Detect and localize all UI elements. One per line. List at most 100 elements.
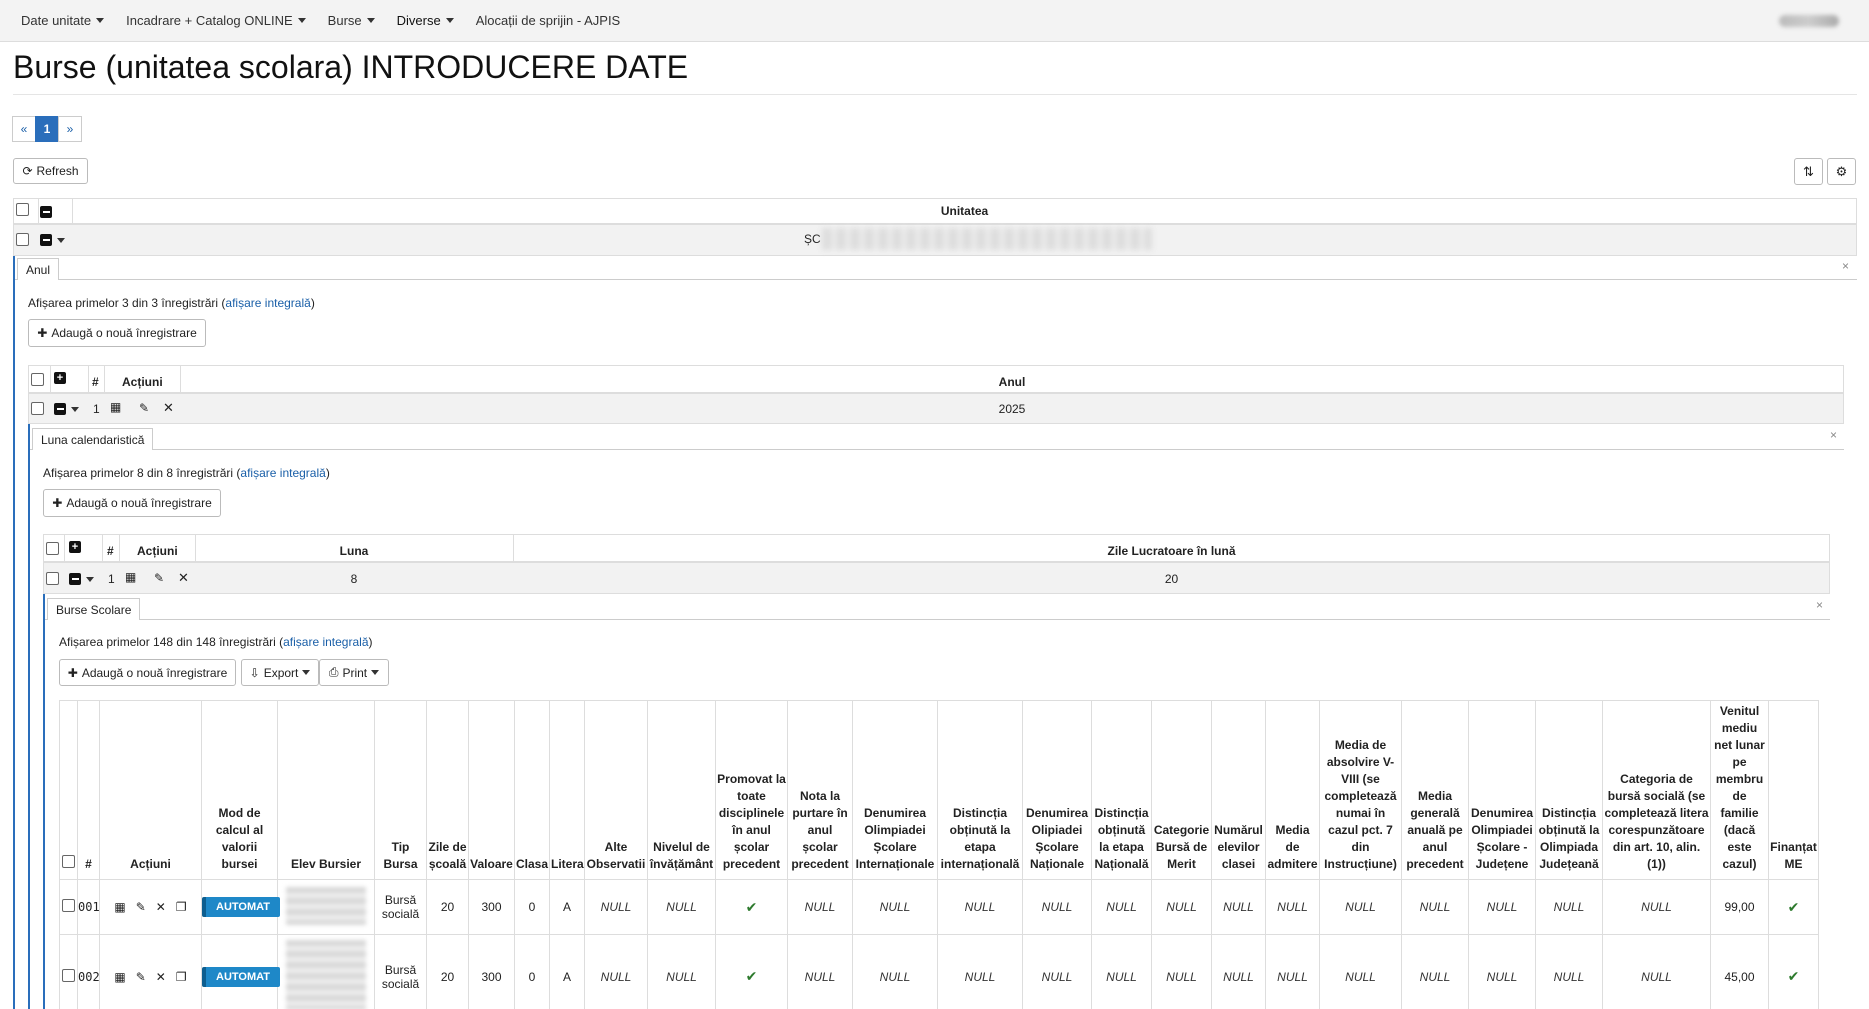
pager-next[interactable]: »: [58, 116, 82, 142]
add-record-button[interactable]: ✚ Adaugă o nouă înregistrare: [43, 489, 221, 517]
close-icon[interactable]: ×: [1830, 428, 1837, 442]
unitate-col-header: Unitatea: [940, 204, 989, 218]
copy-icon[interactable]: ❐: [176, 900, 187, 914]
delete-icon[interactable]: ✕: [178, 570, 189, 586]
table-row: 001 ▦ ✎ ✕ ❐ AUTOMAT Bursă socială 20 300 0 …: [59, 879, 1819, 935]
row-checkbox[interactable]: [16, 233, 29, 246]
user-menu[interactable]: [1779, 15, 1839, 27]
unitate-prefix: ȘC: [804, 232, 821, 246]
view-icon[interactable]: ▦: [125, 570, 136, 584]
zile-scoala: 20: [426, 934, 469, 1009]
col-header: Zile de școală: [426, 700, 469, 880]
pager-prev[interactable]: «: [12, 116, 36, 142]
show-all-link[interactable]: afișare integrală: [240, 466, 325, 480]
anul-info: Afișarea primelor 3 din 3 înregistrări (…: [28, 296, 315, 310]
view-icon[interactable]: ▦: [114, 900, 125, 914]
edit-icon[interactable]: ✎: [154, 571, 164, 585]
chevron-down-icon[interactable]: [57, 238, 65, 243]
edit-icon[interactable]: ✎: [136, 900, 146, 914]
chevron-down-icon[interactable]: [86, 577, 94, 582]
add-record-button[interactable]: ✚ Adaugă o nouă înregistrare: [59, 659, 236, 686]
select-all-checkbox[interactable]: [31, 373, 44, 386]
sort-button[interactable]: ⇅: [1794, 158, 1823, 185]
close-icon[interactable]: ×: [1816, 598, 1823, 612]
collapse-all-icon[interactable]: [40, 206, 52, 218]
view-icon[interactable]: ▦: [114, 970, 125, 984]
row-checkbox[interactable]: [31, 402, 44, 415]
automat-badge[interactable]: AUTOMAT: [202, 897, 280, 917]
clasa: 0: [514, 934, 550, 1009]
col-header: Categoria de bursă socială (se completea…: [1602, 700, 1711, 880]
nav-burse[interactable]: Burse: [317, 0, 386, 42]
collapse-row-icon[interactable]: [69, 573, 81, 585]
col-header: Media generală anuală pe anul precedent: [1401, 700, 1469, 880]
nav-diverse[interactable]: Diverse: [386, 0, 465, 42]
show-all-link[interactable]: afișare integrală: [225, 296, 310, 310]
delete-icon[interactable]: ✕: [156, 900, 166, 914]
edit-icon[interactable]: ✎: [136, 970, 146, 984]
col-header: Tip Bursa: [374, 700, 427, 880]
actions-cell: ▦ ✎ ✕ ❐: [99, 879, 202, 935]
tab-burse-scolare[interactable]: Burse Scolare: [47, 598, 141, 620]
chevron-down-icon: [297, 18, 306, 23]
select-all-checkbox[interactable]: [62, 855, 75, 868]
distinctie-judeteana: NULL: [1535, 879, 1603, 935]
print-button[interactable]: ⎙ Print: [319, 659, 389, 686]
olimpiada-internationala: NULL: [852, 879, 938, 935]
expand-all-icon[interactable]: +: [54, 372, 66, 384]
pager-page-1[interactable]: 1: [35, 116, 59, 142]
automat-badge[interactable]: AUTOMAT: [202, 966, 280, 987]
edit-icon[interactable]: ✎: [139, 401, 149, 415]
print-icon: ⎙: [328, 665, 339, 679]
row-checkbox[interactable]: [62, 968, 75, 982]
col-header: #: [77, 700, 100, 880]
collapse-row-icon[interactable]: [40, 234, 52, 246]
media-absolvire: NULL: [1319, 934, 1402, 1009]
anul-col-actions: Acțiuni: [122, 375, 163, 389]
litera: A: [549, 934, 585, 1009]
luna-info: Afișarea primelor 8 din 8 înregistrări (…: [43, 466, 330, 480]
nav-alocatii[interactable]: Alocații de sprijin - AJPIS: [465, 0, 632, 42]
tab-anul[interactable]: Anul: [17, 258, 60, 280]
refresh-label: Refresh: [36, 164, 79, 178]
collapse-row-icon[interactable]: [54, 403, 66, 415]
row-number: 1: [108, 572, 115, 586]
finantat-cell: ✔: [1768, 934, 1819, 1009]
row-checkbox[interactable]: [62, 899, 75, 912]
refresh-button[interactable]: ⟳ Refresh: [13, 158, 88, 184]
row-select-cell: [59, 879, 78, 935]
numar-elevi: NULL: [1211, 934, 1266, 1009]
close-icon[interactable]: ×: [1842, 259, 1849, 273]
page-title: Burse (unitatea scolara) INTRODUCERE DAT…: [13, 49, 689, 85]
distinctie-nationala: NULL: [1091, 879, 1152, 935]
zile-value: 20: [1164, 572, 1179, 586]
add-record-button[interactable]: ✚ Adaugă o nouă înregistrare: [28, 319, 206, 347]
tab-luna[interactable]: Luna calendaristică: [32, 428, 154, 450]
nav-incadrare[interactable]: Incadrare + Catalog ONLINE: [115, 0, 317, 42]
delete-icon[interactable]: ✕: [163, 400, 174, 416]
col-header: Nivelul de învățământ: [647, 700, 716, 880]
export-button[interactable]: ⇩ Export: [241, 659, 319, 686]
expand-all-icon[interactable]: +: [69, 541, 81, 553]
show-all-link[interactable]: afișare integrală: [283, 635, 368, 649]
alte-observatii: NULL: [584, 879, 648, 935]
delete-icon[interactable]: ✕: [156, 970, 166, 984]
olimpiada-judeteana: NULL: [1468, 879, 1536, 935]
row-number: 1: [93, 402, 100, 416]
venit-mediu: 99,00: [1710, 879, 1769, 935]
col-header: Elev Bursier: [277, 700, 375, 880]
chevron-down-icon[interactable]: [71, 407, 79, 412]
distinctie-judeteana: NULL: [1535, 934, 1603, 1009]
nav-date-unitate[interactable]: Date unitate: [10, 0, 115, 42]
select-all-checkbox[interactable]: [46, 542, 59, 555]
media-generala: NULL: [1401, 934, 1469, 1009]
select-all-checkbox[interactable]: [16, 203, 29, 216]
copy-icon[interactable]: ❐: [176, 970, 187, 984]
col-header: Litera: [549, 700, 585, 880]
settings-button[interactable]: ⚙: [1827, 158, 1856, 185]
info-text: Afișarea primelor 3 din 3 înregistrări (: [28, 296, 226, 310]
col-header: Finanțat ME: [1768, 700, 1819, 880]
row-checkbox[interactable]: [46, 572, 59, 585]
olimpiada-nationala: NULL: [1022, 879, 1092, 935]
view-icon[interactable]: ▦: [110, 400, 121, 414]
